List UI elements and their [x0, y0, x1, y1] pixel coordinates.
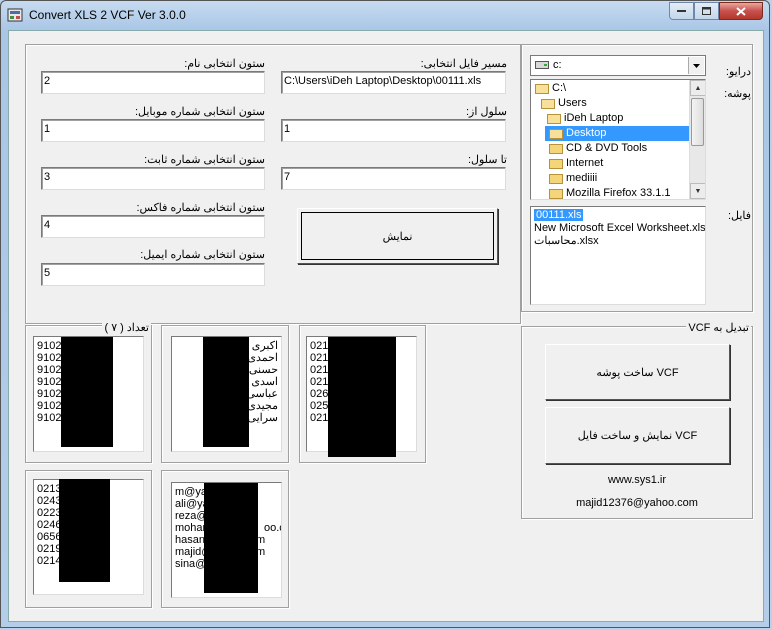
- window-title: Convert XLS 2 VCF Ver 3.0.0: [29, 8, 186, 22]
- path-label: مسیر فایل انتخابی:: [420, 58, 507, 70]
- file-item-selected[interactable]: 00111.xls: [531, 209, 705, 222]
- contact-email[interactable]: majid12376@yahoo.com: [521, 497, 753, 509]
- show-button[interactable]: نمایش: [297, 208, 498, 264]
- open-folder-icon: [547, 113, 561, 124]
- convert-group-label: تبدیل به VCF: [686, 321, 751, 334]
- website-link[interactable]: www.sys1.ir: [521, 474, 753, 486]
- drive-icon: [535, 61, 549, 69]
- fax-col-label: ستون انتخابی شماره فاکس:: [136, 202, 265, 214]
- app-icon: [7, 8, 23, 22]
- open-folder-icon: [541, 98, 555, 109]
- folder-label: پوشه:: [724, 88, 751, 100]
- app-window: Convert XLS 2 VCF Ver 3.0.0 مسیر فایل ان…: [0, 0, 770, 628]
- mobile-col-label: ستون انتخابی شماره موبایل:: [134, 106, 265, 118]
- folder-item-label: C:\: [552, 82, 567, 94]
- folder-scrollbar[interactable]: ▲ ▼: [689, 80, 705, 199]
- to-row-label: تا سلول:: [467, 154, 507, 166]
- chevron-down-icon: [693, 63, 700, 68]
- show-button-label: نمایش: [382, 230, 413, 243]
- make-folder-button-label: ساخت پوشه VCF: [596, 366, 679, 379]
- file-item[interactable]: محاسبات.xlsx: [531, 235, 705, 248]
- count-label: تعداد ( ۷ ): [102, 321, 151, 334]
- folder-item-label: Users: [558, 97, 587, 109]
- list-item-tail: oo.cc: [264, 522, 281, 534]
- folder-item[interactable]: Users: [541, 96, 587, 111]
- make-folder-button[interactable]: ساخت پوشه VCF: [545, 344, 730, 400]
- folder-item-label: Mozilla Firefox 33.1.1: [566, 187, 671, 199]
- folder-item-selected[interactable]: Desktop: [545, 126, 689, 141]
- from-row-input[interactable]: 1: [281, 119, 506, 142]
- folder-item[interactable]: Mozilla Firefox 33.1.1: [549, 186, 671, 199]
- show-make-vcf-button[interactable]: نمایش و ساخت فایل VCF: [545, 407, 730, 464]
- fax-col-input[interactable]: 4: [41, 215, 265, 238]
- path-input[interactable]: C:\Users\iDeh Laptop\Desktop\00111.xls: [281, 71, 506, 94]
- close-icon: [736, 6, 746, 16]
- from-row-label: سلول از:: [465, 106, 507, 118]
- folder-item[interactable]: C:\: [535, 81, 566, 96]
- folder-item[interactable]: Internet: [549, 156, 603, 171]
- open-folder-icon: [549, 128, 563, 139]
- folder-item[interactable]: CD & DVD Tools: [549, 141, 647, 156]
- name-col-input[interactable]: 2: [41, 71, 265, 94]
- folder-item-label: iDeh Laptop: [564, 112, 624, 124]
- folder-item[interactable]: mediiii: [549, 171, 597, 186]
- file-item[interactable]: New Microsoft Excel Worksheet.xls: [531, 222, 705, 235]
- folder-icon: [549, 173, 563, 184]
- phone-col-input[interactable]: 3: [41, 167, 265, 190]
- email-col-input[interactable]: 5: [41, 263, 265, 286]
- maximize-icon: [702, 7, 711, 15]
- email-col-label: ستون انتخابی شماره ایمیل:: [140, 249, 265, 261]
- redaction-box: [203, 337, 249, 447]
- phone-col-label: ستون انتخابی شماره ثابت:: [144, 154, 265, 166]
- drive-label: درایو:: [725, 66, 751, 78]
- redaction-box: [328, 337, 396, 457]
- open-folder-icon: [535, 83, 549, 94]
- to-row-input[interactable]: 7: [281, 167, 506, 190]
- redaction-box: [59, 479, 110, 582]
- file-label: فایل:: [727, 210, 751, 222]
- close-button[interactable]: [719, 2, 763, 20]
- mobile-col-input[interactable]: 1: [41, 119, 265, 142]
- scroll-up-button[interactable]: ▲: [690, 80, 705, 96]
- redaction-box: [204, 483, 258, 593]
- minimize-button[interactable]: [669, 2, 694, 20]
- redaction-box: [61, 337, 113, 447]
- file-item-label: 00111.xls: [534, 209, 584, 221]
- folder-item[interactable]: iDeh Laptop: [547, 111, 623, 126]
- scroll-thumb[interactable]: [691, 98, 704, 146]
- folder-icon: [549, 143, 563, 154]
- list-item-text: hasan: [175, 534, 205, 546]
- folder-icon: [549, 158, 563, 169]
- folder-item-label: CD & DVD Tools: [566, 142, 648, 154]
- drive-select[interactable]: c:: [530, 55, 706, 76]
- drive-value: c:: [553, 59, 562, 71]
- folder-item-label: mediiii: [566, 172, 598, 184]
- scroll-down-button[interactable]: ▼: [690, 183, 705, 199]
- client-area: مسیر فایل انتخابی: C:\Users\iDeh Laptop\…: [8, 30, 764, 622]
- drive-dropdown-button[interactable]: [688, 57, 704, 74]
- maximize-button[interactable]: [694, 2, 719, 20]
- minimize-icon: [677, 10, 686, 12]
- folder-item-label: Desktop: [566, 127, 607, 139]
- caption-buttons: [669, 2, 763, 21]
- show-make-vcf-button-label: نمایش و ساخت فایل VCF: [577, 430, 698, 442]
- name-col-label: ستون انتخابی نام:: [184, 58, 265, 70]
- folder-icon: [549, 188, 563, 199]
- folder-item-label: Internet: [566, 157, 604, 169]
- file-list[interactable]: 00111.xls New Microsoft Excel Worksheet.…: [530, 206, 706, 305]
- folder-list[interactable]: C:\ Users iDeh Laptop Desktop CD & DVD T…: [530, 79, 706, 200]
